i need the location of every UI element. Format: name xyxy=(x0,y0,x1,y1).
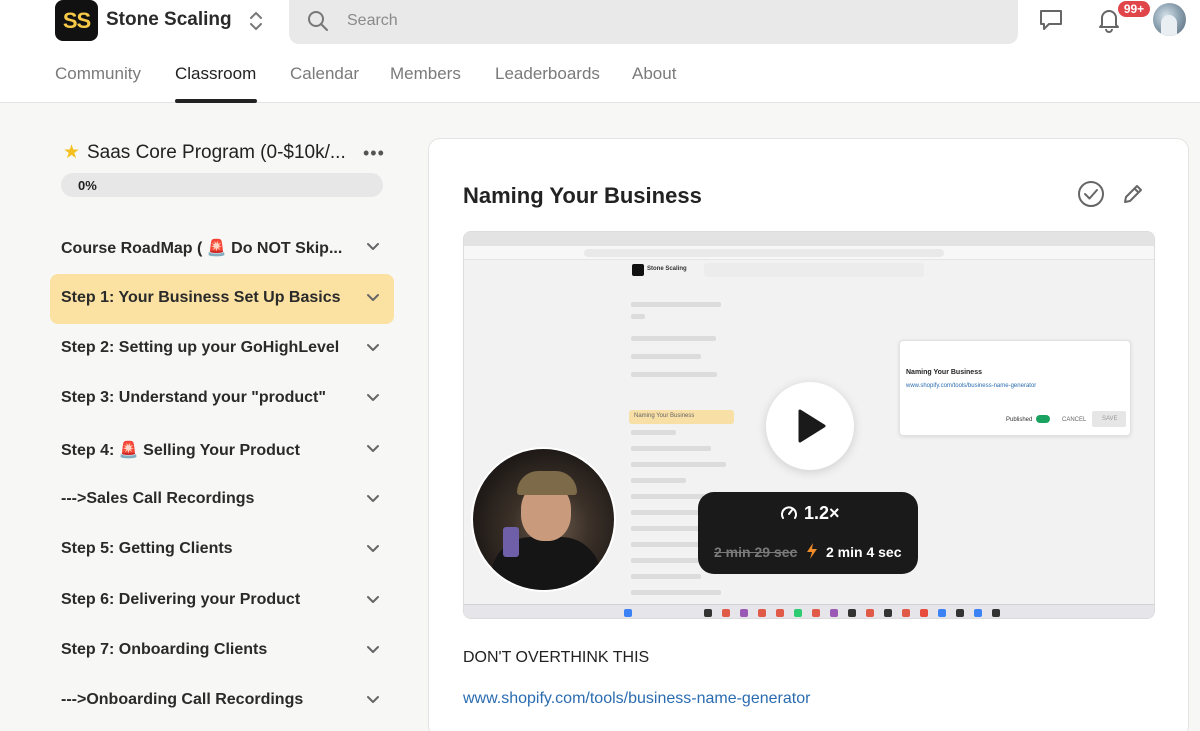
active-tab-indicator xyxy=(175,99,257,103)
webcam-presenter xyxy=(471,447,616,592)
tab-calendar[interactable]: Calendar xyxy=(290,64,359,84)
module-label: Step 5: Getting Clients xyxy=(61,540,233,557)
module-item[interactable]: Course RoadMap ( 🚨 Do NOT Skip... xyxy=(50,223,394,273)
top-header: SS Stone Scaling 99+ Community Classroom… xyxy=(0,0,1200,103)
lesson-card: Naming Your Business Stone Scaling Namin… xyxy=(428,138,1189,731)
tab-about[interactable]: About xyxy=(632,64,676,84)
user-avatar[interactable] xyxy=(1153,3,1186,36)
chevron-down-icon xyxy=(367,646,379,653)
chevron-down-icon xyxy=(367,545,379,552)
mark-complete-icon[interactable] xyxy=(1077,180,1105,208)
lightning-icon xyxy=(807,543,817,559)
recorded-editor: Naming Your Business www.shopify.com/too… xyxy=(899,340,1131,436)
lesson-body-text: DON'T OVERTHINK THIS xyxy=(463,649,650,666)
recorded-brand: Stone Scaling xyxy=(647,266,687,272)
search-bar[interactable] xyxy=(289,0,1018,44)
chevron-down-icon xyxy=(367,495,379,502)
tab-leaderboards[interactable]: Leaderboards xyxy=(495,64,600,84)
course-title: Saas Core Program (0-$10k/... xyxy=(87,142,346,163)
module-label: Step 7: Onboarding Clients xyxy=(61,641,268,658)
progress-label: 0% xyxy=(78,178,97,193)
chevron-down-icon xyxy=(367,696,379,703)
playback-speed-tooltip: 1.2× 2 min 29 sec 2 min 4 sec xyxy=(698,492,918,574)
search-input[interactable] xyxy=(347,8,947,34)
chevron-down-icon xyxy=(367,243,379,250)
chevron-down-icon xyxy=(367,344,379,351)
edit-icon[interactable] xyxy=(1121,182,1145,206)
lesson-title: Naming Your Business xyxy=(463,183,702,208)
recorded-logo xyxy=(632,264,644,276)
original-duration: 2 min 29 sec xyxy=(714,544,798,560)
module-item[interactable]: Step 2: Setting up your GoHighLevel xyxy=(50,324,394,374)
module-item[interactable]: Step 6: Delivering your Product xyxy=(50,576,394,626)
chevron-down-icon xyxy=(367,445,379,452)
chevron-up-down-icon[interactable] xyxy=(246,8,266,34)
chat-icon[interactable] xyxy=(1038,8,1064,32)
new-duration: 2 min 4 sec xyxy=(826,544,902,560)
speedometer-icon xyxy=(781,506,797,519)
search-icon xyxy=(308,11,328,31)
star-icon: ★ xyxy=(63,142,81,163)
recorded-search xyxy=(704,263,924,277)
module-label: Step 4: 🚨 Selling Your Product xyxy=(61,442,300,459)
module-item[interactable]: --->Onboarding Call Recordings xyxy=(50,676,394,726)
module-label: Step 3: Understand your "product" xyxy=(61,389,326,406)
module-item[interactable]: Step 3: Understand your "product" xyxy=(50,374,394,424)
module-item[interactable]: Step 7: Onboarding Clients xyxy=(50,626,394,676)
playback-rate: 1.2× xyxy=(804,503,840,523)
play-icon xyxy=(798,409,826,443)
module-label: Step 1: Your Business Set Up Basics xyxy=(61,289,341,306)
notification-badge: 99+ xyxy=(1117,0,1151,18)
chevron-down-icon xyxy=(367,596,379,603)
recorded-address-bar xyxy=(464,246,1154,260)
community-name[interactable]: Stone Scaling xyxy=(106,9,232,31)
recorded-active-item: Naming Your Business xyxy=(629,410,734,424)
recorded-taskbar xyxy=(464,604,1154,618)
module-item[interactable]: --->Sales Call Recordings xyxy=(50,475,394,525)
course-progress-bar: 0% xyxy=(61,173,383,197)
lesson-link[interactable]: www.shopify.com/tools/business-name-gene… xyxy=(463,690,810,708)
tab-classroom[interactable]: Classroom xyxy=(175,64,256,84)
chevron-down-icon xyxy=(367,394,379,401)
video-player[interactable]: Stone Scaling Naming Your Business Namin… xyxy=(463,231,1155,619)
module-label: --->Onboarding Call Recordings xyxy=(61,691,304,708)
more-options-icon[interactable]: ••• xyxy=(363,143,385,164)
module-item[interactable]: Step 4: 🚨 Selling Your Product xyxy=(50,425,394,475)
tab-community[interactable]: Community xyxy=(55,64,141,84)
course-header: ★ Saas Core Program (0-$10k/... ••• xyxy=(61,140,391,166)
module-label: Course RoadMap ( 🚨 Do NOT Skip... xyxy=(61,240,343,257)
module-label: Step 6: Delivering your Product xyxy=(61,591,301,608)
tab-members[interactable]: Members xyxy=(390,64,461,84)
module-item[interactable]: Step 5: Getting Clients xyxy=(50,525,394,575)
module-label: --->Sales Call Recordings xyxy=(61,490,255,507)
play-button[interactable] xyxy=(766,382,854,470)
community-logo[interactable]: SS xyxy=(55,0,98,41)
module-label: Step 2: Setting up your GoHighLevel xyxy=(61,339,340,356)
recorded-browser-tabs xyxy=(464,232,1154,246)
chevron-down-icon xyxy=(367,294,379,301)
module-item-active[interactable]: Step 1: Your Business Set Up Basics xyxy=(50,274,394,324)
